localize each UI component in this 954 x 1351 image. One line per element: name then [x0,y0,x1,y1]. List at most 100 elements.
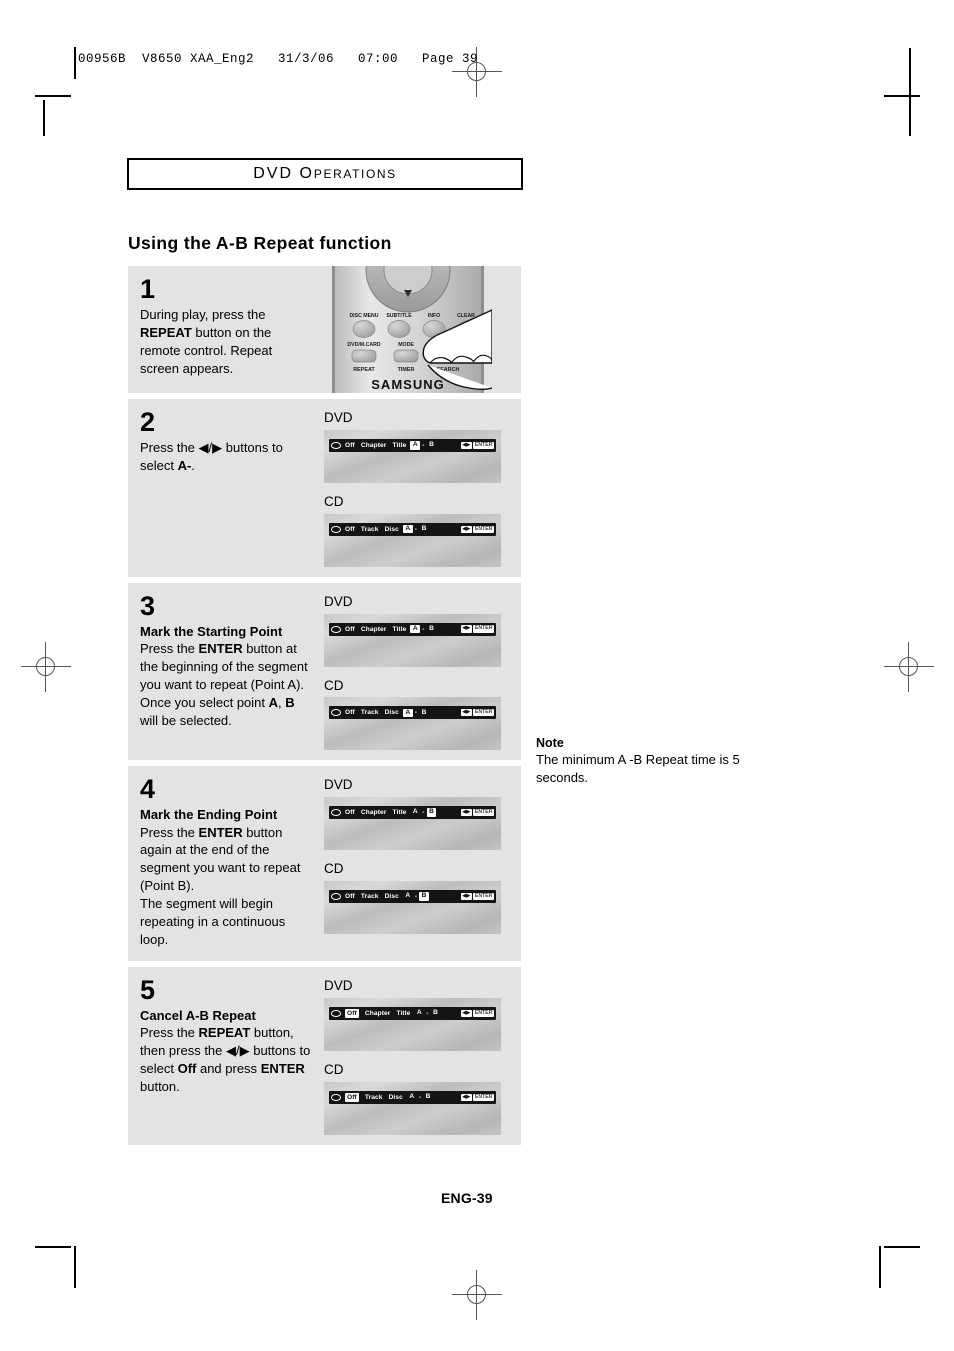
osd-ab-group: A-B [414,1009,440,1018]
osd-screen-cd: Off Track Disc A - B ◀▶ ENTER [324,697,501,751]
osd-point-b: B [421,524,427,532]
crop-mark-top-left-v [43,100,45,136]
osd-item-track: Track [364,1093,383,1101]
registration-mark-left [21,642,71,692]
osd-point-b: B [421,708,427,716]
repeat-loop-icon [331,1009,341,1017]
step-number: 1 [140,274,156,304]
repeat-loop-icon [331,525,341,533]
svg-text:SUBTITLE: SUBTITLE [386,313,412,319]
osd-point-b: B [425,1092,431,1100]
osd-enter-key-icon: ENTER [473,1093,494,1101]
osd-item-title: Title [392,441,407,449]
osd-bar: Off Chapter Title A - B ◀▶ ENTER [329,1006,496,1020]
crop-mark-top-right-v [909,48,911,136]
osd-ab-group: A-B [410,624,436,634]
osd-ab-group: A-B [407,1093,433,1102]
note-block: Note The minimum A -B Repeat time is 5 s… [536,736,776,786]
osd-enter-key-icon: ENTER [473,709,494,717]
step-panel-1: 1 During play, press the REPEAT button on… [128,266,521,393]
step-text-column: 2 Press the ◀/▶ buttons to select A-. [128,399,324,577]
osd-bar: Off Track Disc A - B ◀▶ ENTER [329,1090,496,1104]
step-panel-5: 5 Cancel A-B Repeat Press the REPEAT butto… [128,967,521,1145]
repeat-loop-icon [331,441,341,449]
osd-item-chapter: Chapter [364,1009,391,1017]
step-text-column: 5 Cancel A-B Repeat Press the REPEAT butto… [128,967,324,1145]
osd-item-disc: Disc [384,525,399,533]
osd-point-b: B [429,624,434,632]
osd-bar: Off Chapter Title A - B ◀▶ ENTER [329,806,496,820]
osd-item-title: Title [396,1009,411,1017]
osd-mode-off: Off [345,1092,359,1102]
chapter-banner-cap: O [299,165,314,182]
osd-screen-dvd: Off Chapter Title A - B ◀▶ ENTER [324,613,501,667]
osd-ab-group: A-B [410,808,437,818]
step-number: 3 [140,590,156,621]
step-body: Press the ENTER button again at the end … [140,824,301,948]
osd-ab-dash: - [422,809,425,817]
osd-bar: Off Track Disc A - B ◀▶ ENTER [329,522,496,536]
osd-item-track: Track [360,709,379,717]
osd-point-a: A [410,624,421,634]
osd-nav-key-icon: ◀▶ [460,809,472,817]
osd-ab-dash: - [422,625,425,633]
crop-mark-bottom-right-h [884,1246,920,1248]
osd-point-a: A [410,441,421,450]
osd-screen-label-dvd: DVD [324,410,353,425]
chapter-banner-smallcaps: PERATIONS [313,167,397,181]
osd-point-b: B [433,1009,438,1017]
osd-screen-label-dvd: DVD [324,593,353,609]
step-number: 4 [140,774,156,805]
osd-bar: Off Track Disc A - B ◀▶ ENTER [329,706,496,720]
osd-screen-dvd: Off Chapter Title A - B ◀▶ ENTER [324,797,501,851]
osd-screen-dvd: Off Chapter Title A - B ◀▶ ENTER [324,997,501,1051]
osd-enter-key-icon: ENTER [473,1009,494,1018]
osd-screen-label-cd: CD [324,1061,344,1077]
osd-nav-key-icon: ◀▶ [460,1009,472,1018]
osd-ab-group: A-B [403,892,429,901]
osd-ab-dash: - [418,1093,422,1101]
osd-ab-dash: - [414,709,418,717]
osd-mode-off: Off [345,893,355,901]
svg-text:REPEAT: REPEAT [353,367,375,373]
osd-ab-group: A-B [402,708,429,718]
osd-point-b: B [419,892,429,901]
osd-point-a: A [409,1092,415,1100]
osd-mode-off: Off [345,625,355,633]
osd-enter-key-icon: ENTER [473,441,494,449]
step-text-column: 1 During play, press the REPEAT button on… [128,266,324,393]
step-number: 5 [140,975,156,1006]
osd-item-disc: Disc [388,1093,403,1101]
registration-mark-right [884,642,934,692]
osd-item-track: Track [360,893,379,901]
osd-screen-cd: Off Track Disc A - B ◀▶ ENTER [324,881,501,935]
osd-nav-key-icon: ◀▶ [460,625,472,633]
job-slug-rule [74,47,76,79]
step-body: Press the ENTER button at the beginning … [140,640,308,728]
osd-screen-cd: Off Track Disc A - B ◀▶ ENTER [324,513,501,567]
osd-item-chapter: Chapter [360,441,387,449]
osd-screen-label-dvd: DVD [324,777,353,793]
svg-text:TIMER: TIMER [398,367,415,373]
repeat-loop-icon [331,625,341,633]
osd-screen-label-cd: CD [324,677,344,693]
osd-mode-off: Off [345,441,355,449]
osd-item-title: Title [392,625,407,633]
registration-mark-bottom [452,1270,502,1320]
step-text-column: 4 Mark the Ending Point Press the ENTER bu… [128,766,324,961]
osd-enter-key-icon: ENTER [473,525,494,533]
osd-ab-group: A-B [402,524,429,534]
osd-point-a: A [405,892,411,900]
step-visual-column: DVD Off Chapter Title A - B ◀▶ ENTER CD Off Track Di… [324,766,521,961]
svg-text:CLEAR: CLEAR [457,313,475,319]
osd-screen-label-cd: CD [324,861,344,877]
step-body: Press the ◀/▶ buttons to select A-. [140,440,283,473]
svg-text:DVD/M.CARD: DVD/M.CARD [347,342,380,348]
osd-enter-key-icon: ENTER [473,809,494,817]
osd-ab-dash: - [414,525,418,533]
chapter-banner-main: DVD [253,165,293,182]
osd-bar: Off Chapter Title A - B ◀▶ ENTER [329,622,496,636]
step-heading: Cancel A-B Repeat [140,1008,256,1024]
osd-point-b: B [429,441,434,449]
svg-text:MODE: MODE [398,342,414,348]
